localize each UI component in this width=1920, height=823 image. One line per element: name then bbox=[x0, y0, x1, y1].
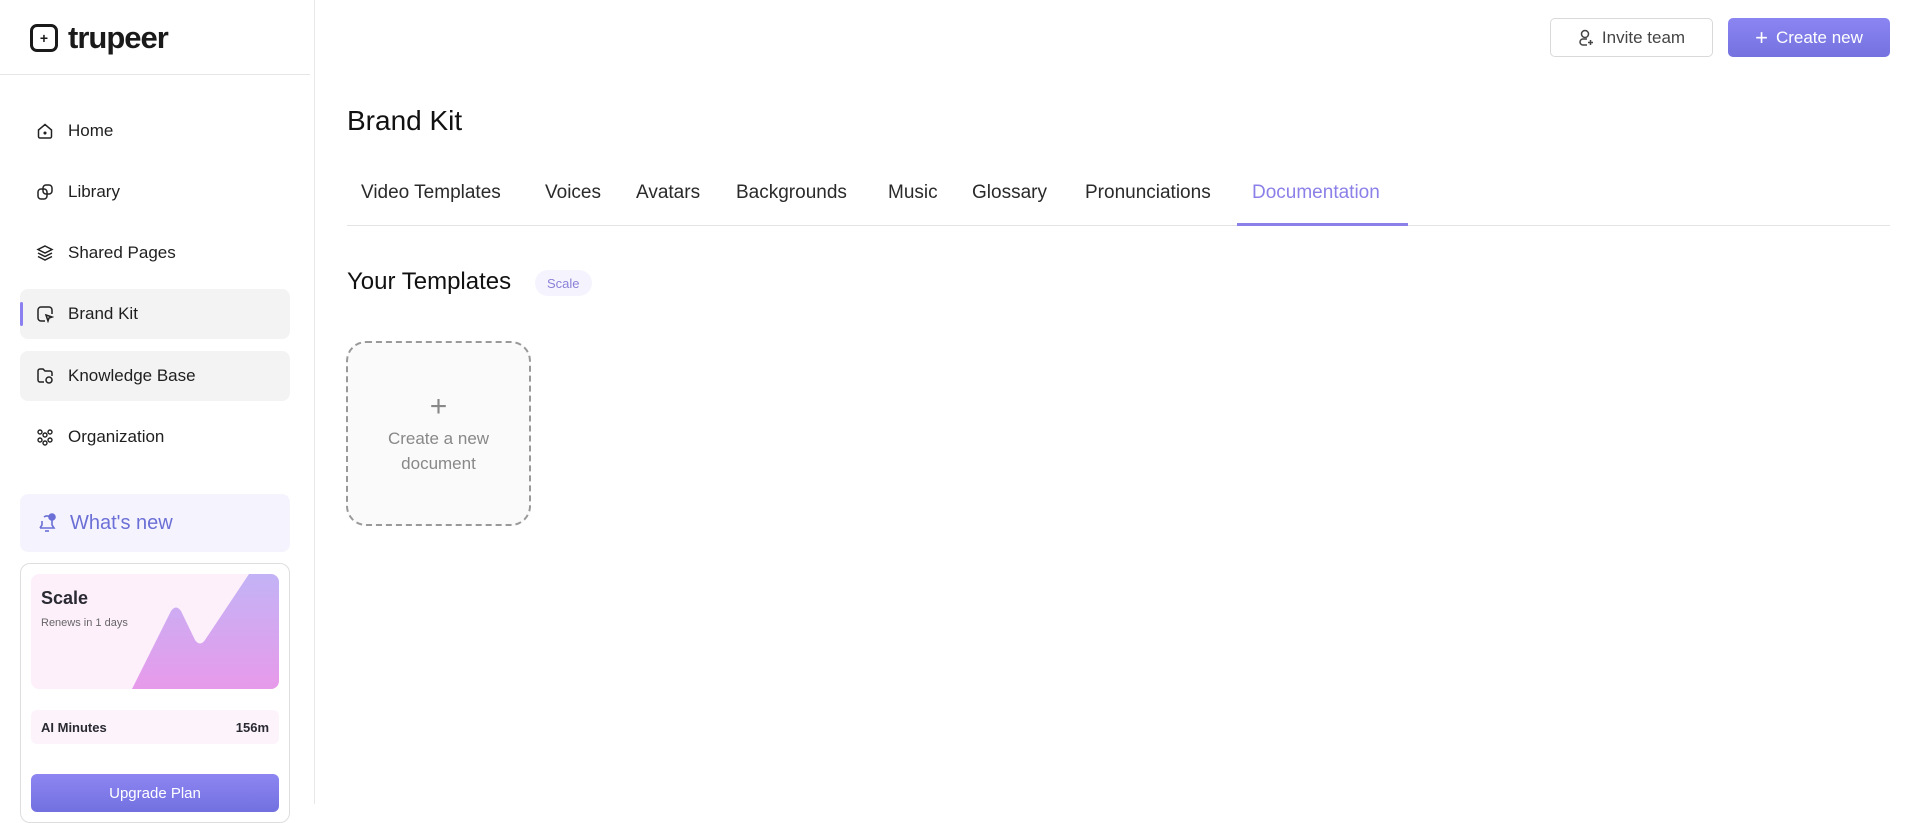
layers-icon bbox=[36, 245, 54, 261]
plan-card: Scale Renews in 1 days AI Minutes 156m U… bbox=[20, 563, 290, 823]
sidebar-item-label: Knowledge Base bbox=[68, 366, 196, 385]
tab-avatars[interactable]: Avatars bbox=[636, 182, 700, 204]
sidebar: + trupeer Home Library Shared Pages Bran… bbox=[0, 0, 315, 823]
plus-icon: + bbox=[1755, 24, 1768, 50]
invite-team-button[interactable]: Invite team bbox=[1550, 18, 1713, 57]
logo[interactable]: + trupeer bbox=[30, 20, 169, 56]
library-icon bbox=[37, 184, 53, 200]
sidebar-item-knowledge-base[interactable]: Knowledge Base bbox=[20, 351, 290, 401]
tab-bar: Video Templates Voices Avatars Backgroun… bbox=[347, 170, 1890, 226]
sidebar-item-library[interactable]: Library bbox=[20, 167, 290, 217]
brand-kit-icon bbox=[37, 306, 54, 323]
sidebar-item-label: Organization bbox=[68, 427, 165, 446]
plan-badge: Scale bbox=[535, 270, 592, 296]
sidebar-item-label: Shared Pages bbox=[68, 243, 176, 262]
sidebar-item-organization[interactable]: Organization bbox=[20, 412, 290, 462]
divider bbox=[0, 74, 310, 75]
tab-music[interactable]: Music bbox=[888, 182, 938, 204]
folder-icon bbox=[37, 368, 53, 384]
organization-icon bbox=[37, 429, 53, 446]
create-new-button[interactable]: + Create new bbox=[1728, 18, 1890, 57]
sidebar-item-label: Library bbox=[68, 182, 120, 201]
whats-new-button[interactable]: What's new bbox=[20, 494, 290, 552]
upgrade-plan-button[interactable]: Upgrade Plan bbox=[31, 774, 279, 812]
sidebar-item-label: Brand Kit bbox=[68, 304, 138, 323]
create-document-line1: Create a new bbox=[387, 428, 490, 448]
home-icon bbox=[37, 123, 53, 139]
bell-icon bbox=[39, 513, 56, 532]
active-indicator bbox=[20, 302, 23, 326]
plus-icon: + bbox=[429, 389, 448, 423]
invite-team-label: Invite team bbox=[1601, 27, 1686, 47]
ai-minutes-row: AI Minutes 156m bbox=[31, 710, 279, 744]
create-document-line2: document bbox=[401, 453, 476, 473]
create-new-label: Create new bbox=[1775, 27, 1863, 47]
sidebar-item-brand-kit[interactable]: Brand Kit bbox=[20, 289, 290, 339]
page-title: Brand Kit bbox=[347, 105, 463, 136]
active-tab-underline bbox=[1237, 223, 1408, 226]
sidebar-item-home[interactable]: Home bbox=[20, 106, 290, 156]
sidebar-item-shared-pages[interactable]: Shared Pages bbox=[20, 228, 290, 278]
tab-voices[interactable]: Voices bbox=[545, 182, 601, 204]
logo-icon: + bbox=[30, 24, 58, 52]
logo-text: trupeer bbox=[68, 20, 169, 55]
create-document-card[interactable]: + Create a new document bbox=[346, 341, 531, 526]
tab-glossary[interactable]: Glossary bbox=[972, 182, 1047, 204]
user-plus-icon bbox=[1579, 29, 1593, 46]
tab-pronunciations[interactable]: Pronunciations bbox=[1085, 182, 1211, 204]
plan-hero: Scale Renews in 1 days bbox=[31, 574, 279, 689]
ai-minutes-label: AI Minutes bbox=[41, 719, 107, 735]
tab-video-templates[interactable]: Video Templates bbox=[361, 182, 501, 204]
tab-backgrounds[interactable]: Backgrounds bbox=[736, 182, 847, 204]
tab-documentation[interactable]: Documentation bbox=[1252, 182, 1380, 204]
sidebar-item-label: Home bbox=[68, 121, 114, 140]
whats-new-label: What's new bbox=[70, 511, 173, 534]
plan-name: Scale bbox=[41, 588, 89, 608]
ai-minutes-value: 156m bbox=[235, 719, 269, 735]
plan-renewal: Renews in 1 days bbox=[41, 617, 128, 629]
section-title: Your Templates bbox=[347, 268, 512, 295]
